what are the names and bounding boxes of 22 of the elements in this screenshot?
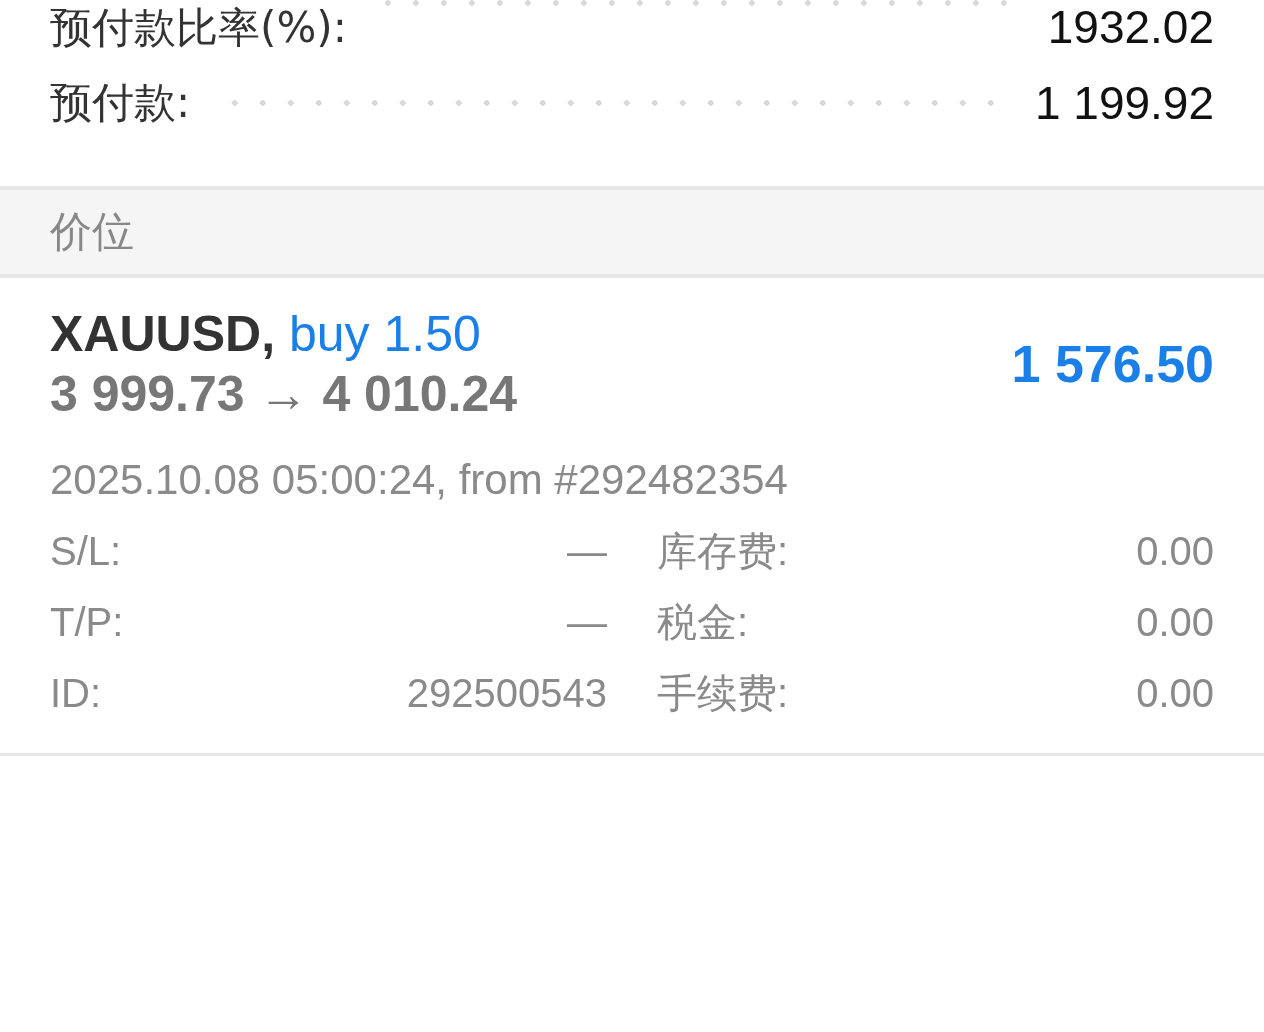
- position-item[interactable]: XAUUSD, buy 1.50 3 999.73 → 4 010.24 1 576.50 2025.10.08 05:00:24, from #292482354 S/L: — 库存费: 0.00 T/P: — 税金: 0.00 ID: 292500543 手续费: 0.00: [0, 278, 1264, 756]
- detail-label: 税金:: [657, 599, 749, 646]
- detail-value: 0.00: [1136, 671, 1214, 716]
- open-time: 2025.10.08 05:00:24, from #292482354: [50, 455, 789, 505]
- field-label: 预付款:: [50, 77, 191, 129]
- position-title: XAUUSD, buy 1.50: [50, 305, 482, 364]
- profit-value: 1 576.50: [1011, 334, 1214, 394]
- detail-value: 0.00: [1136, 600, 1214, 645]
- detail-value: —: [567, 529, 607, 574]
- detail-value: 292500543: [406, 671, 607, 716]
- section-title: 价位: [50, 206, 134, 258]
- field-value: 1 199.92: [1034, 76, 1214, 130]
- detail-label: T/P:: [50, 600, 124, 645]
- field-label: 预付款比率(%):: [50, 2, 347, 54]
- field-value: 1932.02: [1047, 0, 1214, 54]
- detail-label: ID:: [50, 671, 102, 716]
- detail-label: 手续费:: [657, 670, 789, 717]
- detail-value: 0.00: [1136, 529, 1214, 574]
- detail-label: 库存费:: [657, 528, 789, 575]
- detail-label: S/L:: [50, 529, 122, 574]
- price-range: 3 999.73 → 4 010.24: [50, 365, 518, 424]
- detail-value: —: [567, 600, 607, 645]
